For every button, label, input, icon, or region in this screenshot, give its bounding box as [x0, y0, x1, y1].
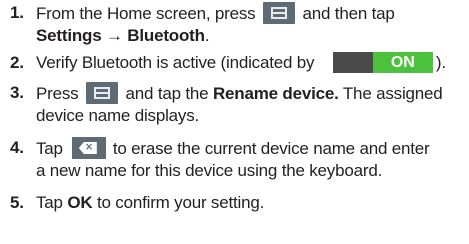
instruction-steps: 1. From the Home screen, press and then …: [0, 0, 469, 214]
bluetooth-on-toggle-icon: ON: [332, 52, 433, 73]
step-number: 2.: [10, 53, 24, 72]
delete-key-icon: ×: [71, 137, 106, 159]
step-3: 3. Press and tap the Rename device. The …: [0, 82, 469, 127]
step-5: 5. Tap OK to confirm your setting.: [0, 192, 469, 214]
menu-key-icon: [262, 2, 295, 24]
step-text: and tap the: [125, 84, 209, 103]
step-number: 3.: [10, 83, 24, 102]
step-text: .: [204, 26, 210, 45]
rename-device-option: Rename device.: [212, 84, 339, 103]
step-text: and then tap: [302, 4, 395, 23]
step-text: The assigned: [342, 84, 443, 103]
step-number: 5.: [10, 193, 24, 212]
step-text: to confirm your setting.: [96, 193, 265, 212]
step-text: Tap: [36, 193, 63, 212]
step-text: From the Home screen, press: [36, 4, 256, 23]
step-number: 1.: [10, 3, 24, 22]
toggle-on-label: ON: [372, 52, 433, 73]
step-1: 1. From the Home screen, press and then …: [0, 2, 469, 47]
menu-key-icon: [86, 82, 118, 104]
ok-label: OK: [67, 193, 93, 212]
step-text: Press: [36, 84, 79, 103]
step-text: Tap: [36, 139, 63, 158]
step-4: 4. Tap × to erase the current device name …: [0, 137, 469, 182]
step-text: device name displays.: [36, 106, 200, 125]
step-text: ).: [435, 53, 446, 72]
step-text: Verify Bluetooth is active (indicated by: [36, 53, 315, 72]
step-text: a new name for this device using the key…: [36, 161, 383, 180]
step-2: 2. Verify Bluetooth is active (indicated…: [0, 52, 469, 74]
step-number: 4.: [10, 138, 24, 157]
step-text: to erase the current device name and ent…: [112, 139, 430, 158]
settings-bluetooth-path: Settings → Bluetooth: [36, 26, 205, 45]
